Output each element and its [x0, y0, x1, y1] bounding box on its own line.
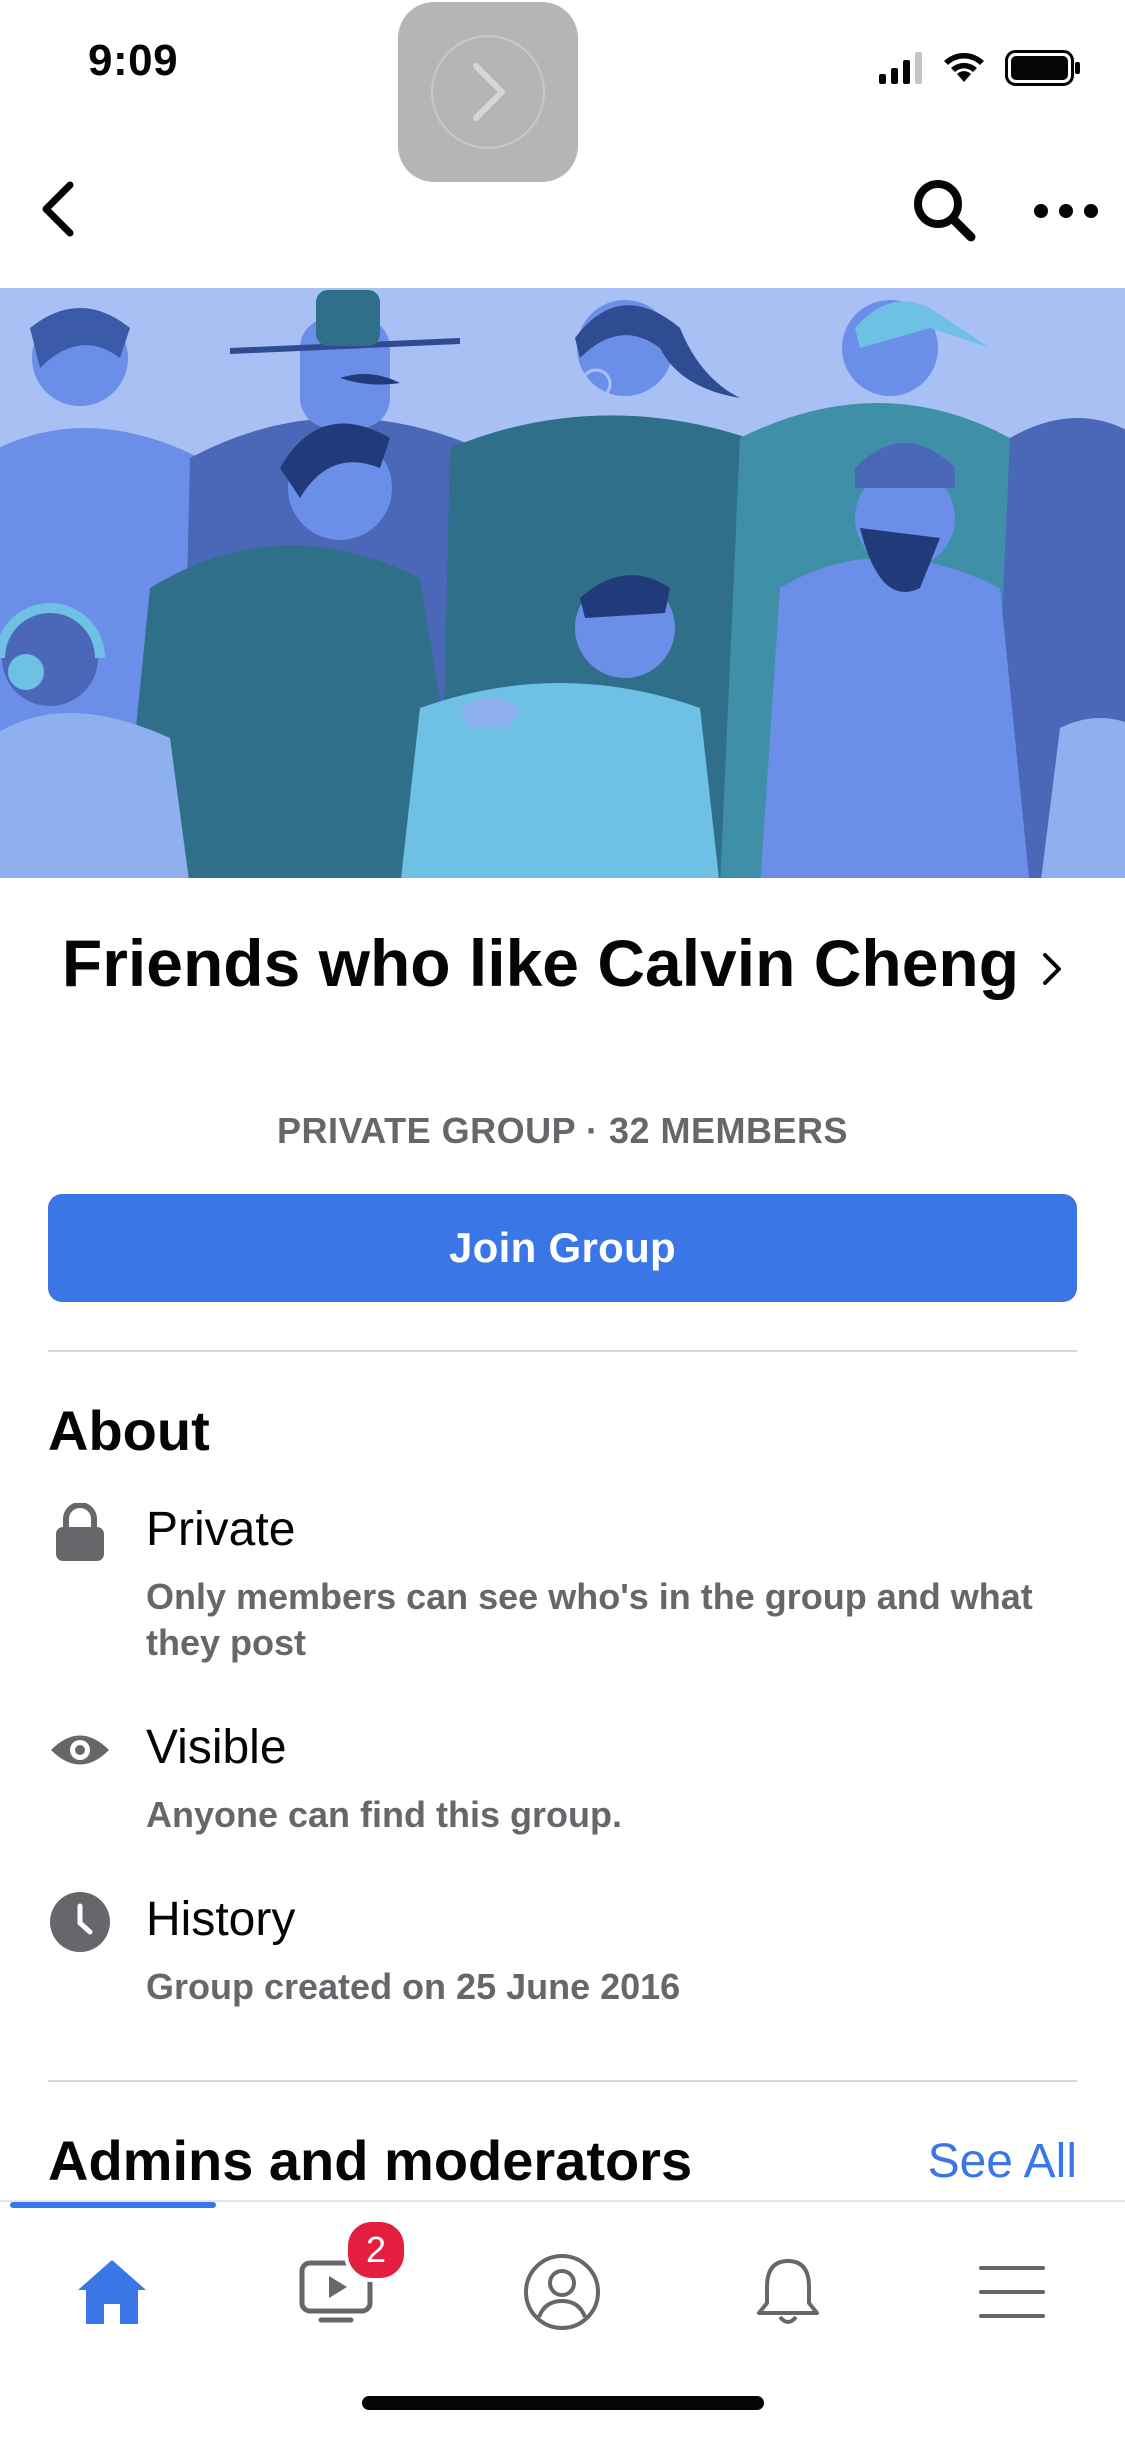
cover-illustration [0, 288, 1125, 878]
more-options-button[interactable] [1028, 186, 1104, 236]
chevron-right-icon [1041, 921, 1063, 1007]
about-label-visible: Visible [146, 1721, 287, 1774]
status-icons [879, 48, 1081, 88]
see-all-link[interactable]: See All [928, 2134, 1077, 2189]
about-item-history: History Group created on 25 June 2016 [48, 1890, 1077, 2020]
menu-icon [979, 2266, 1045, 2318]
group-title[interactable]: Friends who like Calvin Cheng [60, 920, 1065, 1007]
profile-icon [524, 2254, 600, 2330]
search-icon [914, 180, 976, 242]
about-heading: About [48, 1399, 210, 1462]
lock-icon [48, 1500, 112, 1564]
group-title-text: Friends who like Calvin Cheng [61, 926, 1020, 1000]
tab-home[interactable] [62, 2242, 162, 2342]
about-desc-visible: Anyone can find this group. [146, 1794, 622, 1835]
tab-menu[interactable] [962, 2242, 1062, 2342]
about-desc-private: Only members can see who's in the group … [146, 1576, 1033, 1663]
notification-badge: 2 [344, 2218, 408, 2282]
about-item-visible: Visible Anyone can find this group. [48, 1718, 1077, 1848]
divider [48, 1350, 1077, 1352]
eye-icon [48, 1718, 112, 1782]
about-item-private: Private Only members can see who's in th… [48, 1500, 1077, 1670]
wifi-icon [944, 53, 984, 82]
tab-notifications[interactable] [738, 2242, 838, 2342]
active-tab-indicator [10, 2202, 216, 2208]
cellular-signal-icon [879, 52, 922, 84]
back-button[interactable] [28, 174, 88, 244]
more-horizontal-icon [1034, 204, 1098, 218]
about-label-history: History [146, 1893, 296, 1946]
about-desc-history: Group created on 25 June 2016 [146, 1966, 681, 2007]
battery-icon [1005, 50, 1080, 86]
play-chevron-icon [431, 35, 545, 149]
bell-icon [757, 2259, 819, 2324]
tab-profile[interactable] [512, 2242, 612, 2342]
group-meta: PRIVATE GROUP · 32 MEMBERS [276, 1110, 849, 1151]
home-icon [78, 2260, 146, 2324]
divider [48, 2080, 1077, 2082]
group-cover-photo[interactable] [0, 288, 1125, 878]
join-group-button[interactable]: Join Group [48, 1194, 1077, 1302]
about-label-private: Private [146, 1503, 296, 1556]
clock-icon [48, 1890, 112, 1954]
floating-media-overlay[interactable] [398, 2, 578, 182]
admins-heading: Admins and moderators [48, 2129, 693, 2192]
status-time: 9:09 [88, 36, 179, 85]
search-button[interactable] [906, 172, 982, 248]
back-chevron-icon [42, 181, 74, 237]
home-indicator [362, 2396, 764, 2410]
